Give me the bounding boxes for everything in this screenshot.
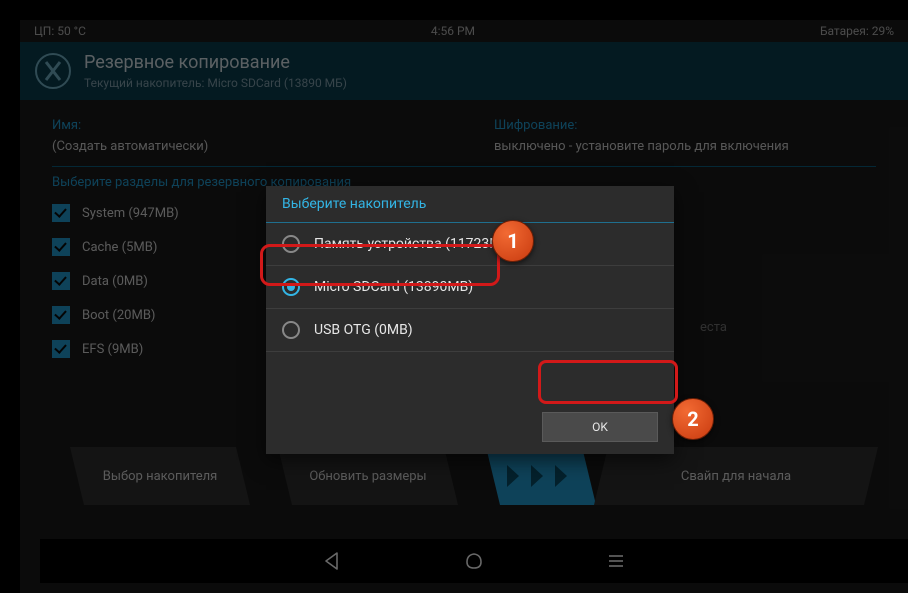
refresh-sizes-button[interactable]: Обновить размеры xyxy=(278,447,458,505)
radio-unselected-icon[interactable] xyxy=(282,235,300,253)
storage-option-internal[interactable]: Память устройства (11723MB) xyxy=(266,223,674,266)
partition-label: System (947MB) xyxy=(82,206,179,221)
annotation-step-1: 1 xyxy=(492,220,534,262)
free-space-text: еста xyxy=(700,320,727,335)
page-header: Резервное копирование Текущий накопитель… xyxy=(20,42,908,100)
page-title: Резервное копирование xyxy=(84,52,347,73)
nav-bar xyxy=(40,539,908,583)
partition-label: EFS (9MB) xyxy=(82,342,143,357)
nav-recent-icon[interactable] xyxy=(605,550,627,572)
checkbox-checked-icon[interactable] xyxy=(52,272,70,290)
storage-option-usb[interactable]: USB OTG (0MB) xyxy=(266,309,674,352)
name-label: Имя: xyxy=(52,118,434,133)
encryption-label: Шифрование: xyxy=(494,118,876,133)
ok-button[interactable]: OK xyxy=(542,412,658,442)
storage-dialog: Выберите накопитель Память устройства (1… xyxy=(266,186,674,454)
divider xyxy=(52,166,876,167)
partition-label: Boot (20MB) xyxy=(82,308,155,323)
radio-unselected-icon[interactable] xyxy=(282,321,300,339)
partition-label: Data (0MB) xyxy=(82,274,148,289)
radio-selected-icon[interactable] xyxy=(282,278,300,296)
storage-option-label: Память устройства (11723MB) xyxy=(314,236,515,252)
storage-option-label: Micro SDCard (13890MB) xyxy=(314,279,473,295)
twrp-logo-icon xyxy=(34,52,72,90)
checkbox-checked-icon[interactable] xyxy=(52,340,70,358)
dialog-title: Выберите накопитель xyxy=(266,186,674,223)
battery-status: Батарея: 29% xyxy=(820,24,894,38)
page-subtitle: Текущий накопитель: Micro SDCard (13890 … xyxy=(84,76,347,90)
checkbox-checked-icon[interactable] xyxy=(52,306,70,324)
storage-option-label: USB OTG (0MB) xyxy=(314,322,413,338)
partition-label: Cache (5MB) xyxy=(82,240,157,255)
swipe-arrows-icon[interactable] xyxy=(486,447,596,505)
annotation-step-2: 2 xyxy=(672,398,714,440)
swipe-slider[interactable]: Свайп для начала xyxy=(486,447,878,505)
cpu-temp: ЦП: 50 °C xyxy=(34,24,86,38)
storage-option-sdcard[interactable]: Micro SDCard (13890MB) xyxy=(266,266,674,309)
name-value[interactable]: (Создать автоматически) xyxy=(52,139,434,154)
status-bar: ЦП: 50 °C 4:56 PM Батарея: 29% xyxy=(20,20,908,42)
swipe-label: Свайп для начала xyxy=(594,447,878,505)
checkbox-checked-icon[interactable] xyxy=(52,238,70,256)
clock: 4:56 PM xyxy=(431,24,475,38)
encryption-value[interactable]: выключено - установите пароль для включе… xyxy=(494,139,876,154)
checkbox-checked-icon[interactable] xyxy=(52,204,70,222)
nav-home-icon[interactable] xyxy=(463,550,485,572)
nav-back-icon[interactable] xyxy=(321,550,343,572)
bottom-actions: Выбор накопителя Обновить размеры Свайп … xyxy=(70,447,878,505)
select-storage-button[interactable]: Выбор накопителя xyxy=(70,447,250,505)
